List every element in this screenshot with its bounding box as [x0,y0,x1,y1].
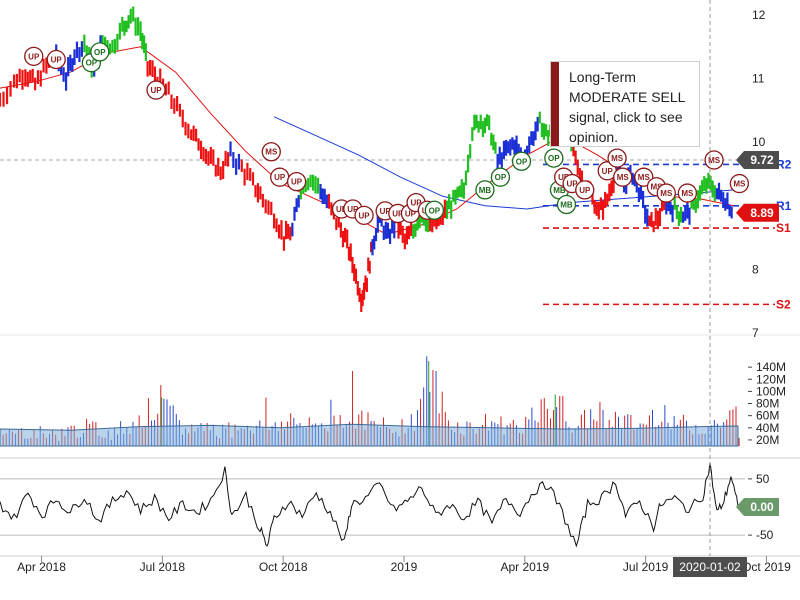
marker-label: MS [733,180,746,189]
y-tick-label: 12 [752,8,766,22]
signal-marker-op[interactable]: OP [490,167,511,187]
signal-marker-up[interactable]: UP [24,46,44,66]
volume-panel: 20M40M60M80M100M120M140M [0,356,786,447]
last-price-badge: 8.89 [736,203,779,222]
x-tick-label: 2019 [391,560,418,574]
signal-marker-up[interactable]: UP [146,80,166,100]
volume-tick-label: 60M [756,409,779,423]
marker-label: UP [579,186,591,195]
level-label-s2: S2 [776,297,791,311]
x-tick-label: Apr 2019 [500,560,549,574]
x-tick-label: Apr 2018 [17,560,66,574]
signal-marker-up[interactable]: UP [354,205,374,225]
oscillator-tick-label: 50 [756,472,770,486]
volume-tick-label: 140M [756,360,786,374]
marker-label: OP [548,154,560,163]
marker-label: MS [265,148,278,157]
marker-label: UP [602,167,614,176]
marker-label: OP [495,173,507,182]
price-line-badge: 9.72 [736,151,779,170]
signal-accent-bar [551,62,559,146]
marker-label: OP [94,48,106,57]
level-label-s1: S1 [776,221,791,235]
signal-marker-ms[interactable]: MS [656,183,676,203]
signal-popup[interactable]: Long-Term MODERATE SELL signal, click to… [550,61,700,147]
marker-label: OP [429,206,441,215]
signal-marker-up[interactable]: UP [286,171,307,192]
signal-marker-ms[interactable]: MS [677,183,698,203]
oscillator-tick-label: -50 [756,528,774,542]
marker-label: OP [516,157,528,166]
x-tick-label: Jul 2018 [140,560,186,574]
signal-marker-mb[interactable]: MB [475,180,495,200]
oscillator-line [0,462,739,548]
price-line-badge-text: 9.72 [750,153,774,167]
signal-marker-up[interactable]: UP [575,180,595,200]
signal-marker-up[interactable]: UP [270,167,290,187]
y-tick-label: 10 [752,135,766,149]
signal-marker-op[interactable]: OP [544,148,564,168]
signal-marker-op[interactable]: OP [90,42,110,62]
signal-text[interactable]: Long-Term MODERATE SELL signal, click to… [569,67,693,147]
x-tick-label: Jul 2019 [623,560,669,574]
y-tick-label: 8 [752,262,759,276]
volume-tick-label: 100M [756,384,786,398]
marker-label: UP [28,52,40,61]
marker-label: UP [150,86,162,95]
oscillator-value-badge-text: 0.00 [750,500,774,514]
signal-marker-ms[interactable]: MS [261,142,281,162]
marker-label: UP [51,56,63,65]
volume-tick-label: 20M [756,433,779,447]
oscillator-panel: 50 -50 [0,462,774,548]
volume-tick-label: 80M [756,397,779,411]
marker-label: MS [611,154,624,163]
oscillator-value-badge: 0.00 [736,498,779,516]
x-tick-label: Oct 2018 [259,560,308,574]
volume-tick-label: 120M [756,372,786,386]
signal-marker-ms[interactable]: MS [613,167,633,187]
marker-label: MS [681,189,694,198]
signal-marker-ms[interactable]: MS [607,148,627,168]
marker-label: MB [560,201,573,210]
signal-marker-ms[interactable]: MS [729,173,750,194]
marker-label: UP [291,178,303,187]
signal-marker-mb[interactable]: MB [556,194,577,215]
x-tick-label: Oct 2019 [742,560,791,574]
signal-marker-op[interactable]: OP [511,151,532,171]
volume-tick-label: 40M [756,421,779,435]
signal-marker-op[interactable]: OP [424,200,444,220]
y-tick-label: 7 [752,326,759,340]
marker-label: UP [359,211,371,220]
marker-label: MS [638,173,651,182]
signal-marker-ms[interactable]: MS [704,150,724,170]
crosshair-date-label: 2020-01-02 [679,560,741,574]
marker-label: MB [479,186,492,195]
y-tick-label: 11 [752,72,765,86]
marker-label: MS [617,173,630,182]
marker-label: MS [660,189,673,198]
marker-label: UP [274,173,286,182]
last-price-badge-text: 8.89 [750,206,774,220]
signal-marker-up[interactable]: UP [46,49,66,70]
